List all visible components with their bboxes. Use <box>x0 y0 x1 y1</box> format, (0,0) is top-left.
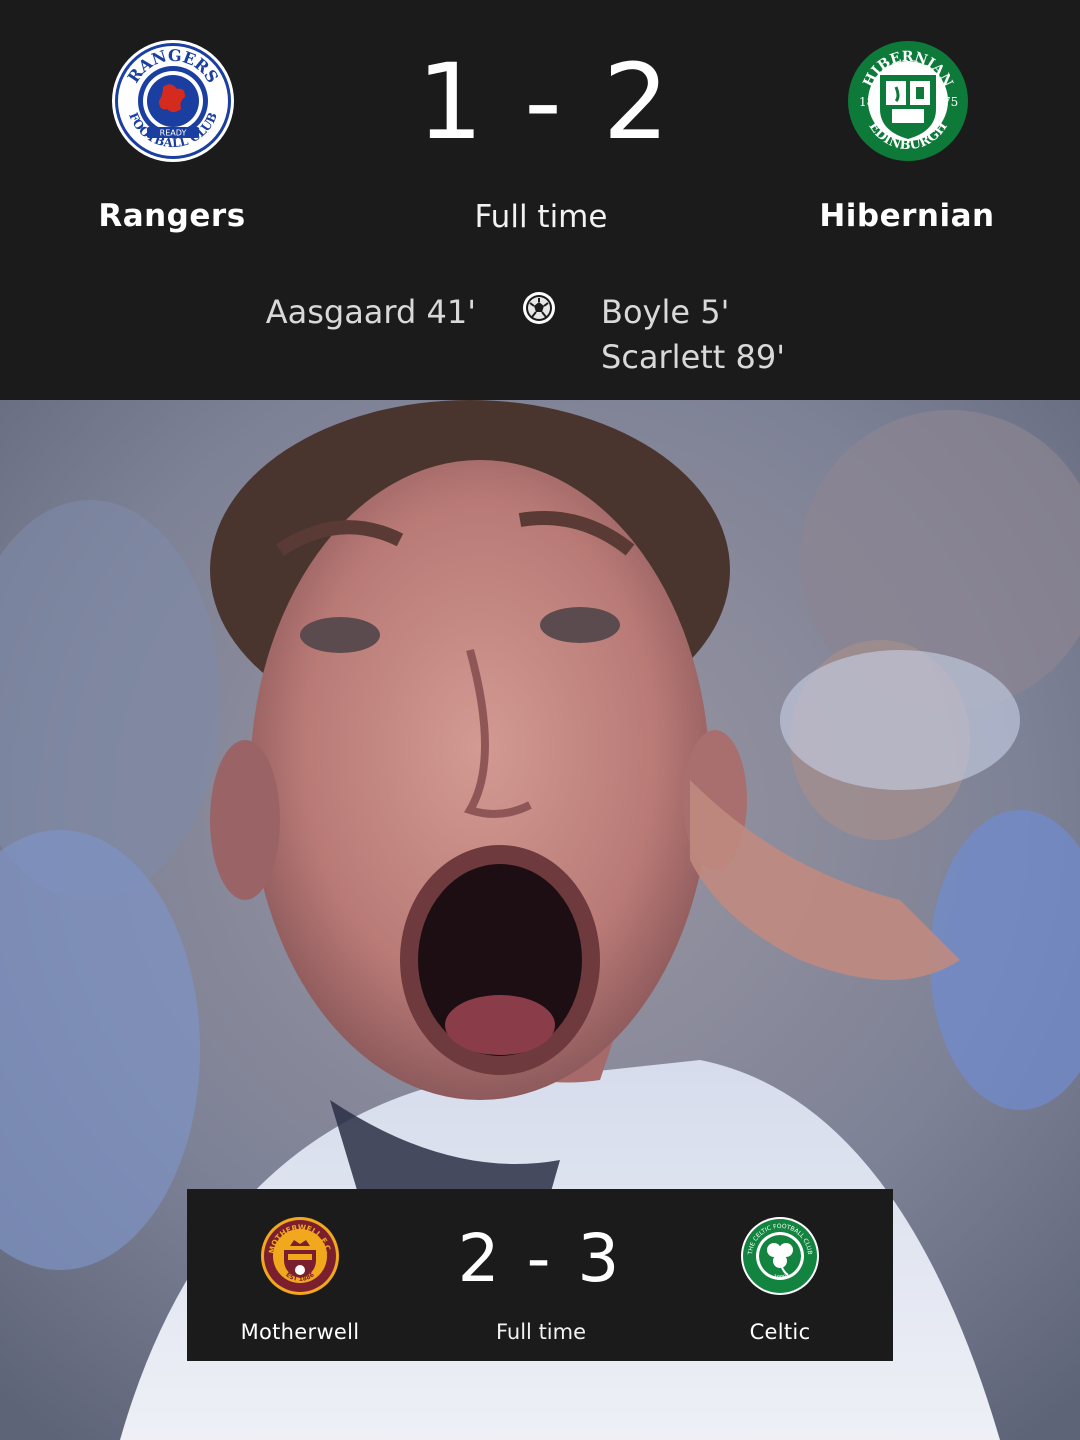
svg-text:18: 18 <box>859 95 874 109</box>
home-scorers: Aasgaard 41' <box>266 290 476 334</box>
football-icon <box>521 290 557 326</box>
scorer-entry: Scarlett 89' <box>601 338 786 376</box>
match-status: Full time <box>474 199 608 235</box>
match-status: Full time <box>495 1320 587 1344</box>
main-match-scoreboard[interactable]: READY RANGERS FOOTBALL CLUB Rangers 1 - … <box>0 0 1080 400</box>
svg-text:75: 75 <box>943 95 958 109</box>
home-team-name: Rangers <box>98 198 246 234</box>
home-team-name: Motherwell <box>240 1320 360 1344</box>
motherwell-crest-icon: MOTHERWELL F.C. EST 1886 <box>260 1216 340 1296</box>
celtic-crest-icon: THE CELTIC FOOTBALL CLUB 1888 <box>740 1216 820 1296</box>
away-team-name: Celtic <box>749 1320 811 1344</box>
rangers-crest-icon: READY RANGERS FOOTBALL CLUB <box>111 39 235 163</box>
match-score: 2 - 3 <box>457 1220 623 1297</box>
match-score: 1 - 2 <box>417 41 673 163</box>
secondary-match-scoreboard[interactable]: MOTHERWELL F.C. EST 1886 Motherwell 2 - … <box>187 1189 893 1361</box>
scorer-entry: Boyle 5' <box>601 293 730 331</box>
hibernian-crest-icon: HIBERNIAN EDINBURGH 18 75 <box>846 39 970 163</box>
away-team-name: Hibernian <box>819 198 995 234</box>
away-scorers: Boyle 5' Scarlett 89' <box>601 290 785 380</box>
scorer-entry: Aasgaard 41' <box>265 293 476 331</box>
